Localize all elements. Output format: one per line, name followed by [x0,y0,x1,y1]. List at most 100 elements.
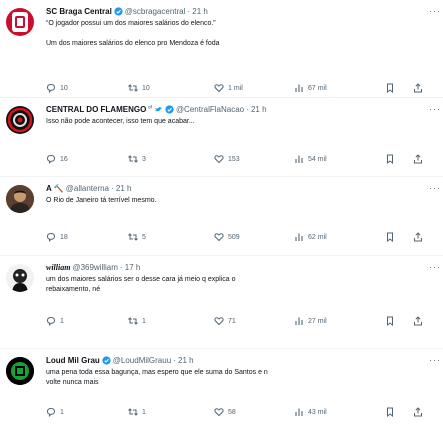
action-bar: 1 1 58 43 mil [46,406,435,418]
reply-button[interactable]: 16 [46,153,68,165]
retweet-button[interactable]: 5 [128,231,146,243]
reply-button[interactable]: 18 [46,231,68,243]
analytics-icon [295,84,303,92]
bookmark-icon [387,316,393,326]
avatar[interactable] [6,264,34,292]
verified-badge-icon [102,356,111,365]
share-icon [414,316,422,326]
author-name[interactable]: Loud Mil Grau [46,355,100,366]
tweet-time[interactable]: · 21 h [187,6,207,17]
heart-icon [214,155,224,164]
reply-icon [46,316,56,326]
tweet-feed: SC Braga Central @scbragacentral · 21 h … [0,0,443,430]
views-button[interactable]: 27 mil [294,315,327,327]
retweet-button[interactable]: 1 [128,315,146,327]
share-button[interactable] [413,153,423,165]
more-options-icon[interactable]: ··· [429,183,441,193]
author-name[interactable]: SC Braga Central [46,6,112,17]
reply-button[interactable]: 1 [46,315,64,327]
verified-badge-icon [165,105,174,114]
braga-logo-icon [12,12,28,32]
tweet-time[interactable]: · 21 h [173,355,193,366]
more-options-icon[interactable]: ··· [429,104,441,114]
views-button[interactable]: 67 mil [294,82,327,94]
tweet-time[interactable]: · 21 h [111,183,131,194]
author-handle[interactable]: @369william [72,262,117,273]
share-button[interactable] [413,231,423,243]
verified-badge-icon [114,7,123,16]
reply-icon [46,154,56,164]
heart-icon [214,408,224,417]
bookmark-button[interactable] [385,153,395,165]
flamengo-logo-icon [7,107,33,133]
like-button[interactable]: 509 [214,231,240,243]
reply-icon [46,232,56,242]
tweet-text: O Rio de Janeiro tá terrível mesmo. [46,197,157,204]
avatar[interactable] [6,106,34,134]
hammer-icon: 🔨 [53,184,64,193]
share-button[interactable] [413,315,423,327]
more-options-icon[interactable]: ··· [429,355,441,365]
share-button[interactable] [413,82,423,94]
tweet[interactable]: Loud Mil Grau @LoudMilGrauu · 21 h uma p… [0,349,443,430]
author-handle[interactable]: @allanterna [66,183,109,194]
tweet[interactable]: william @369william · 17 h um dos maiore… [0,256,443,349]
avatar[interactable] [6,8,34,36]
tweet[interactable]: SC Braga Central @scbragacentral · 21 h … [0,0,443,98]
bookmark-button[interactable] [385,231,395,243]
crown-icon: ᵒᶠ [148,106,152,112]
more-options-icon[interactable]: ··· [429,6,441,16]
loud-logo-icon [6,357,34,385]
reply-button[interactable]: 10 [46,82,68,94]
tweet-time[interactable]: · 17 h [120,262,140,273]
author-handle[interactable]: @scbragacentral [125,6,186,17]
analytics-icon [295,233,303,241]
tweet-time[interactable]: · 21 h [246,104,266,115]
views-button[interactable]: 43 mil [294,406,327,418]
like-button[interactable]: 71 [214,315,236,327]
more-options-icon[interactable]: ··· [429,262,441,272]
share-icon [414,407,422,417]
like-button[interactable]: 153 [214,153,240,165]
tweet[interactable]: CENTRAL DO FLAMENGO ᵒᶠ @CentralFlaNacao … [0,98,443,177]
retweet-icon [128,84,138,92]
author-name[interactable]: william [46,262,70,273]
bookmark-button[interactable] [385,406,395,418]
author-name[interactable]: CENTRAL DO FLAMENGO [46,104,146,115]
author-handle[interactable]: @CentralFlaNacao [176,104,244,115]
user-photo-icon [6,185,34,213]
share-button[interactable] [413,406,423,418]
bookmark-icon [387,232,393,242]
retweet-button[interactable]: 10 [128,82,150,94]
retweet-icon [128,233,138,241]
like-button[interactable]: 1 mil [214,82,243,94]
bookmark-button[interactable] [385,82,395,94]
views-button[interactable]: 62 mil [294,231,327,243]
heart-icon [214,317,224,326]
share-icon [414,232,422,242]
share-icon [414,83,422,93]
action-bar: 18 5 509 62 mil [46,231,435,243]
tweet-text: uma pena toda essa bagunça, mas espero q… [46,369,268,386]
bookmark-icon [387,407,393,417]
reply-icon [46,83,56,93]
analytics-icon [295,317,303,325]
tweet-text: Isso não pode acontecer, isso tem que ac… [46,118,195,125]
bookmark-icon [387,154,393,164]
author-handle[interactable]: @LoudMilGrauu [113,355,171,366]
retweet-button[interactable]: 1 [128,406,146,418]
avatar[interactable] [6,185,34,213]
views-button[interactable]: 54 mil [294,153,327,165]
author-name[interactable]: A [46,183,52,194]
heart-icon [214,84,224,93]
like-button[interactable]: 58 [214,406,236,418]
action-bar: 1 1 71 27 mil [46,315,435,327]
analytics-icon [295,155,303,163]
tweet-text: um dos maiores salários ser o desse cara… [46,276,236,293]
share-icon [414,154,422,164]
bookmark-button[interactable] [385,315,395,327]
tweet[interactable]: A 🔨 @allanterna · 21 h O Rio de Janeiro … [0,177,443,256]
retweet-button[interactable]: 3 [128,153,146,165]
avatar[interactable] [6,357,34,385]
reply-button[interactable]: 1 [46,406,64,418]
